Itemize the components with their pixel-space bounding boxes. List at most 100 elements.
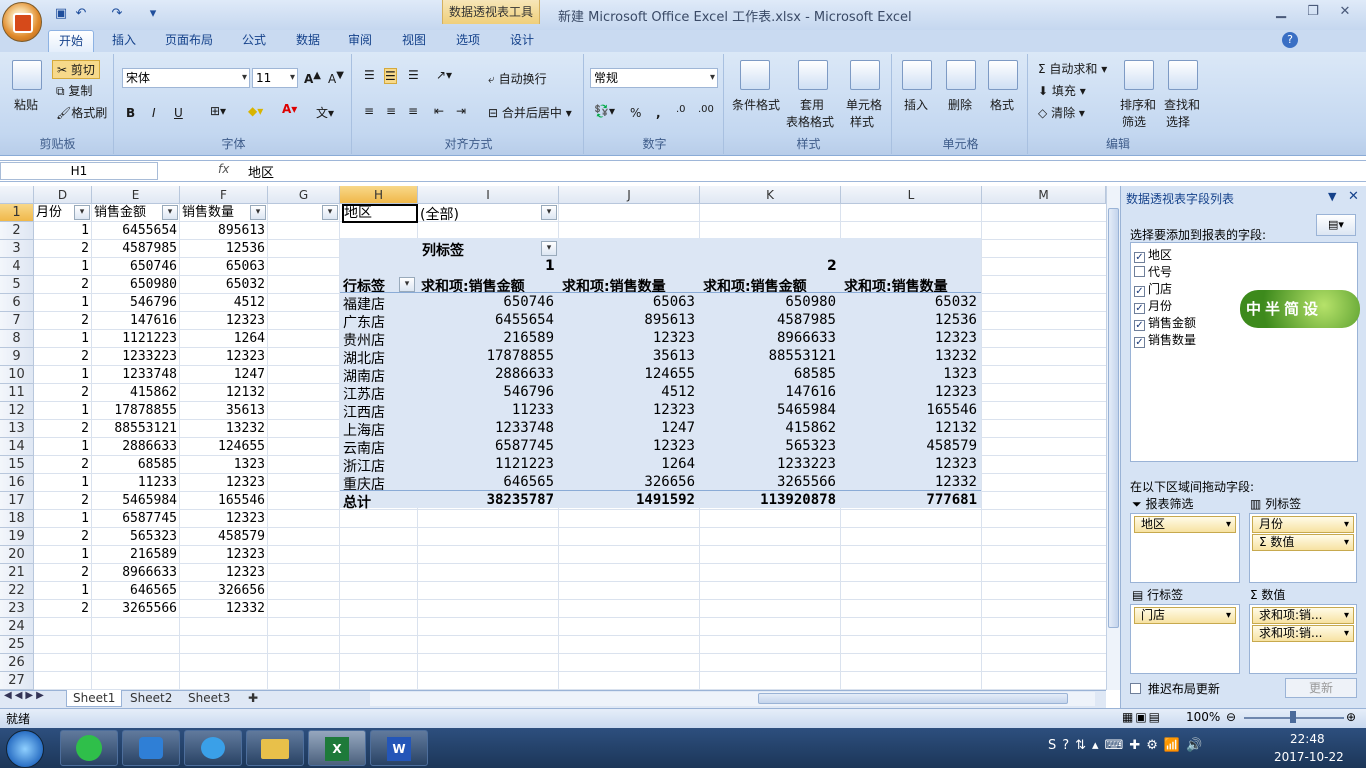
pivot-cell[interactable]: 124655: [559, 366, 698, 382]
pivot-filter-label[interactable]: 地区: [342, 204, 418, 223]
clock-date[interactable]: 2017-10-22: [1274, 750, 1344, 764]
pivot-cell[interactable]: 4512: [559, 384, 698, 400]
table-cell[interactable]: 5465984: [92, 492, 180, 510]
row-header[interactable]: 11: [0, 384, 34, 402]
col-header-l[interactable]: L: [841, 186, 982, 204]
bold-button[interactable]: B: [126, 106, 135, 120]
row-header[interactable]: 14: [0, 438, 34, 456]
table-cell[interactable]: 1: [34, 366, 92, 384]
table-cell[interactable]: 3265566: [92, 600, 180, 618]
pivot-column-dropdown-icon[interactable]: ▾: [541, 241, 557, 256]
row-header[interactable]: 7: [0, 312, 34, 330]
pivot-row-store[interactable]: 贵州店: [343, 330, 385, 350]
pivot-row-store[interactable]: 江西店: [343, 402, 385, 422]
table-cell[interactable]: 1: [34, 222, 92, 240]
pivot-cell[interactable]: 12536: [841, 312, 980, 328]
pivot-cell[interactable]: 12332: [841, 474, 980, 490]
zone-item[interactable]: 求和项:销...: [1252, 607, 1354, 624]
currency-icon[interactable]: 💱▾: [594, 104, 615, 118]
table-cell[interactable]: 13232: [180, 420, 268, 438]
pivot-row-store[interactable]: 福建店: [343, 294, 385, 314]
select-all-corner[interactable]: [0, 186, 34, 204]
pivot-cell[interactable]: 326656: [559, 474, 698, 490]
tray-icons[interactable]: S?⇅▴⌨✚⚙📶🔊: [1048, 738, 1208, 753]
pivot-row-store[interactable]: 重庆店: [343, 474, 385, 494]
format-painter-button[interactable]: 🖌格式刷: [56, 104, 107, 121]
filter-dropdown-icon[interactable]: ▾: [74, 205, 90, 220]
pivot-total-cell[interactable]: 1491592: [559, 492, 698, 508]
pivot-cell[interactable]: 216589: [418, 330, 557, 346]
row-header[interactable]: 23: [0, 600, 34, 618]
grow-font-icon[interactable]: A▲: [304, 70, 321, 86]
pivot-cell[interactable]: 147616: [700, 384, 839, 400]
fx-icon[interactable]: fx: [218, 162, 229, 176]
worksheet-grid[interactable]: D E F G H I J K L M 1 2 3 4 5 6 7 8 9 10 11 12 13 14 1…: [0, 186, 1106, 690]
table-cell[interactable]: 1: [34, 546, 92, 564]
office-button[interactable]: [2, 2, 42, 42]
minimize-icon[interactable]: ▁: [1270, 4, 1292, 22]
pivot-cell[interactable]: 650746: [418, 294, 557, 310]
row-header[interactable]: 5: [0, 276, 34, 294]
zone-item[interactable]: 门店: [1134, 607, 1236, 624]
sort-filter-label-2[interactable]: 筛选: [1122, 113, 1146, 130]
pane-close-icon[interactable]: ✕: [1348, 189, 1359, 204]
underline-button[interactable]: U: [174, 106, 183, 120]
insert-cells-icon[interactable]: [902, 60, 932, 90]
pivot-row-store[interactable]: 浙江店: [343, 456, 385, 476]
row-header[interactable]: 19: [0, 528, 34, 546]
pivot-cell[interactable]: 88553121: [700, 348, 839, 364]
pivot-filter-value[interactable]: (全部): [420, 204, 459, 224]
table-cell[interactable]: 2: [34, 348, 92, 366]
row-header[interactable]: 18: [0, 510, 34, 528]
pivot-cell[interactable]: 11233: [418, 402, 557, 418]
sheet-nav-icon[interactable]: ◀◀▶▶: [4, 690, 47, 701]
cell-style-label-2[interactable]: 样式: [850, 113, 874, 130]
table-cell[interactable]: 2: [34, 564, 92, 582]
format-table-label-1[interactable]: 套用: [800, 96, 824, 113]
row-header[interactable]: 6: [0, 294, 34, 312]
table-cell[interactable]: 1: [34, 402, 92, 420]
table-cell[interactable]: 11233: [92, 474, 180, 492]
pivot-value-header[interactable]: 求和项:销售数量: [562, 276, 666, 296]
table-cell[interactable]: 565323: [92, 528, 180, 546]
field-checkbox-item[interactable]: ✓ 地区: [1134, 246, 1172, 263]
table-cell[interactable]: 68585: [92, 456, 180, 474]
pivot-value-header[interactable]: 求和项:销售金额: [421, 276, 525, 296]
zoom-in-icon[interactable]: ⊕: [1346, 710, 1356, 724]
table-cell[interactable]: 2: [34, 276, 92, 294]
table-cell[interactable]: 2: [34, 420, 92, 438]
save-icon[interactable]: ▣: [52, 5, 70, 23]
formula-input[interactable]: 地区: [248, 162, 274, 181]
col-header-g[interactable]: G: [268, 186, 340, 204]
redo-icon[interactable]: ↷: [108, 5, 126, 23]
pivot-cell[interactable]: 1323: [841, 366, 980, 382]
comma-button[interactable]: ,: [656, 106, 661, 120]
table-cell[interactable]: 2: [34, 312, 92, 330]
table-cell[interactable]: 650980: [92, 276, 180, 294]
phonetic-icon[interactable]: 文▾: [316, 104, 334, 121]
tab-design[interactable]: 设计: [500, 30, 544, 52]
table-cell[interactable]: 12132: [180, 384, 268, 402]
pivot-cell[interactable]: 415862: [700, 420, 839, 436]
table-cell[interactable]: 216589: [92, 546, 180, 564]
col-header-k[interactable]: K: [700, 186, 841, 204]
pivot-cell[interactable]: 17878855: [418, 348, 557, 364]
table-cell[interactable]: 1233223: [92, 348, 180, 366]
pivot-cell[interactable]: 12323: [841, 456, 980, 472]
percent-button[interactable]: %: [630, 106, 641, 120]
pivot-row-dropdown-icon[interactable]: ▾: [399, 277, 415, 292]
pivot-cell[interactable]: 165546: [841, 402, 980, 418]
row-header[interactable]: 13: [0, 420, 34, 438]
increase-indent-icon[interactable]: ⇥: [456, 104, 466, 118]
row-header[interactable]: 10: [0, 366, 34, 384]
format-cells-icon[interactable]: [988, 60, 1018, 90]
merge-center-button[interactable]: ⊟ 合并后居中 ▾: [488, 104, 572, 121]
format-cells-button[interactable]: 格式: [990, 96, 1014, 113]
pivot-cell[interactable]: 12323: [559, 330, 698, 346]
pivot-cell[interactable]: 1247: [559, 420, 698, 436]
tab-formulas[interactable]: 公式: [232, 30, 276, 52]
insert-cells-button[interactable]: 插入: [904, 96, 928, 113]
taskbar-ie-icon[interactable]: [60, 730, 118, 766]
zoom-slider-thumb[interactable]: [1290, 711, 1296, 723]
tab-insert[interactable]: 插入: [102, 30, 146, 52]
